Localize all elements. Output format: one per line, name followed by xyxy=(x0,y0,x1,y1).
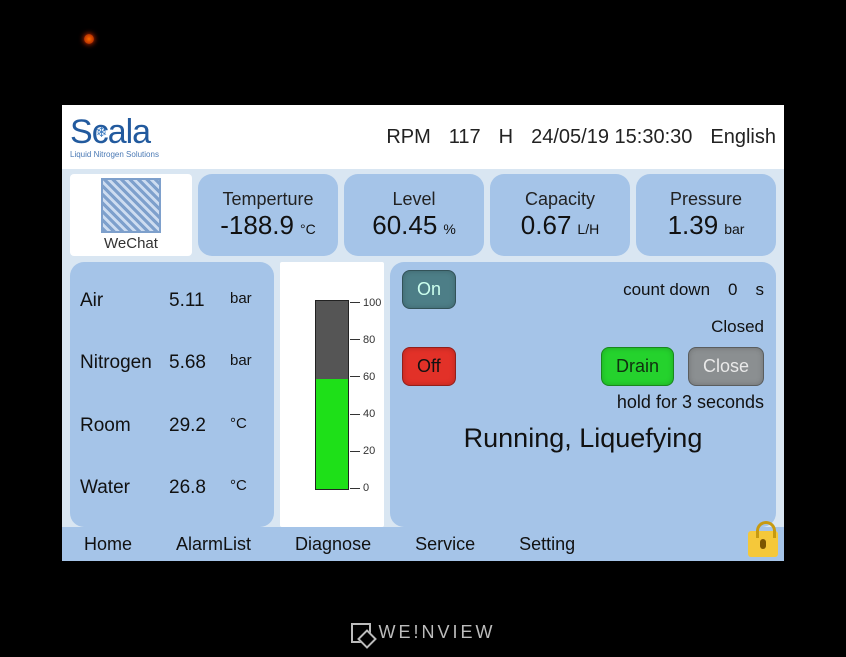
hold-hint: hold for 3 seconds xyxy=(402,392,764,413)
nav-alarm[interactable]: AlarmList xyxy=(154,534,273,555)
sensor-row: Air 5.11 bar xyxy=(80,290,264,312)
valve-state: Closed xyxy=(711,317,764,337)
rpm-value: 117 xyxy=(449,126,481,149)
countdown-value: 0 xyxy=(728,280,737,300)
metric-level: Level 60.45 % xyxy=(344,174,484,256)
gauge-fill xyxy=(316,379,348,488)
sensor-row: Room 29.2 °C xyxy=(80,415,264,437)
countdown-unit: s xyxy=(756,280,765,300)
wechat-label: WeChat xyxy=(104,235,158,252)
metric-capacity: Capacity 0.67 L/H xyxy=(490,174,630,256)
nav-setting[interactable]: Setting xyxy=(497,534,597,555)
level-gauge: 100 80 60 40 20 0 xyxy=(280,262,384,527)
device-brand: WE!NVIEW xyxy=(0,622,846,643)
lock-icon[interactable] xyxy=(748,531,778,557)
rpm-unit: H xyxy=(499,126,513,149)
level-value: 60.45 xyxy=(372,210,437,241)
temperature-value: -188.9 xyxy=(220,210,294,241)
drain-button[interactable]: Drain xyxy=(601,347,674,386)
wechat-panel: WeChat xyxy=(70,174,192,256)
hmi-screen: Scala Liquid Nitrogen Solutions RPM 117 … xyxy=(62,105,784,561)
brand-logo: Scala Liquid Nitrogen Solutions xyxy=(70,115,159,159)
nav-diagnose[interactable]: Diagnose xyxy=(273,534,393,555)
power-led-icon xyxy=(84,34,94,44)
on-button[interactable]: On xyxy=(402,270,456,309)
countdown-label: count down xyxy=(623,280,710,300)
top-bar: Scala Liquid Nitrogen Solutions RPM 117 … xyxy=(62,105,784,169)
nav-service[interactable]: Service xyxy=(393,534,497,555)
datetime: 24/05/19 15:30:30 xyxy=(531,126,692,149)
touch-icon xyxy=(351,623,371,643)
sensor-row: Nitrogen 5.68 bar xyxy=(80,352,264,374)
sensor-row: Water 26.8 °C xyxy=(80,477,264,499)
metric-pressure: Pressure 1.39 bar xyxy=(636,174,776,256)
capacity-value: 0.67 xyxy=(521,210,572,241)
language-selector[interactable]: English xyxy=(710,126,776,149)
close-button[interactable]: Close xyxy=(688,347,764,386)
controls-panel: On count down 0 s Closed Off Drain Close xyxy=(390,262,776,527)
qr-code-icon xyxy=(101,178,161,233)
metric-temperature: Temperture -188.9 °C xyxy=(198,174,338,256)
brand-tagline: Liquid Nitrogen Solutions xyxy=(70,151,159,159)
gauge-ticks: 100 80 60 40 20 0 xyxy=(350,297,390,495)
nav-home[interactable]: Home xyxy=(62,534,154,555)
bottom-nav: Home AlarmList Diagnose Service Setting xyxy=(62,527,784,561)
pressure-value: 1.39 xyxy=(668,210,719,241)
sensors-panel: Air 5.11 bar Nitrogen 5.68 bar Room 29.2… xyxy=(70,262,274,527)
rpm-label: RPM xyxy=(386,126,430,149)
system-status: Running, Liquefying xyxy=(402,423,764,454)
off-button[interactable]: Off xyxy=(402,347,456,386)
